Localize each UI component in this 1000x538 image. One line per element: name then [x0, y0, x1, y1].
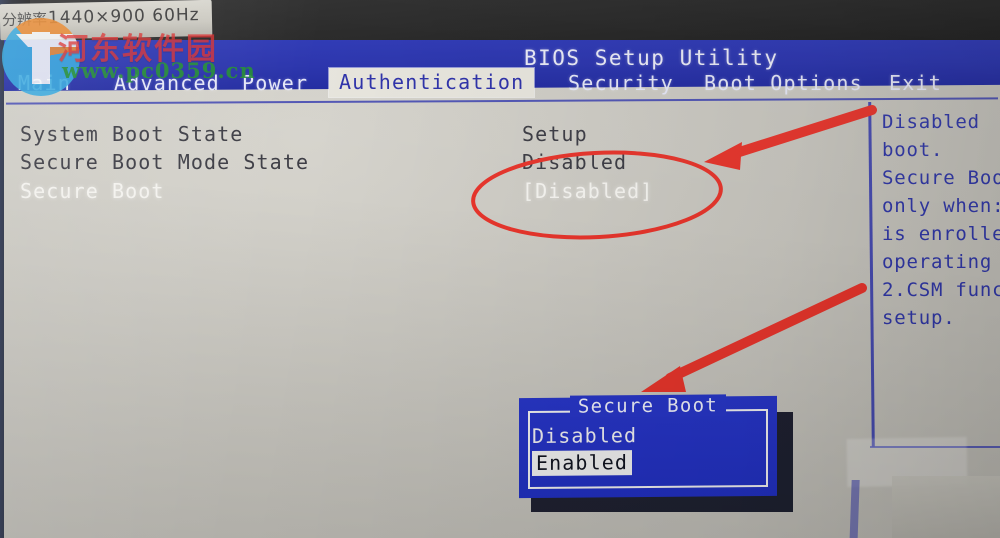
dropdown-option-enabled[interactable]: Enabled — [532, 450, 632, 477]
dropdown-title-text: Secure Boot — [569, 394, 727, 418]
dropdown-option-disabled[interactable]: Disabled — [532, 423, 637, 448]
setting-value-secure-boot-mode-state: Disabled — [522, 150, 628, 174]
watermark-url: www.pc0359.cn — [62, 58, 256, 83]
setting-label-secure-boot[interactable]: Secure Boot — [20, 179, 165, 203]
photo-of-monitor: BIOS Setup Utility Main Advanced Power A… — [0, 0, 1000, 538]
help-line-1: Disabled — [882, 111, 980, 133]
setting-label-secure-boot-mode-state: Secure Boot Mode State — [20, 150, 310, 174]
tab-security[interactable]: Security — [568, 71, 674, 95]
setting-value-secure-boot[interactable]: [Disabled] — [522, 179, 653, 203]
help-line-4: only when: — [882, 195, 1000, 217]
tab-authentication[interactable]: Authentication — [329, 68, 535, 97]
help-line-8: setup. — [882, 307, 956, 329]
dropdown-frame — [528, 408, 768, 490]
tab-exit[interactable]: Exit — [889, 71, 942, 95]
photo-edge-artifact — [892, 476, 1000, 538]
help-line-5: is enrolle — [882, 223, 1000, 245]
help-pane: Disabled boot. Secure Boo only when: is … — [882, 108, 1000, 332]
setting-label-system-boot-state: System Boot State — [20, 122, 244, 146]
help-line-6: operating — [882, 251, 993, 273]
secure-boot-dropdown[interactable]: Secure Boot Disabled Enabled — [519, 394, 777, 499]
help-line-2: boot. — [882, 139, 944, 161]
setting-value-system-boot-state: Setup — [522, 122, 588, 146]
dropdown-title: Secure Boot — [519, 394, 777, 418]
page-title: BIOS Setup Utility — [524, 46, 779, 70]
help-line-3: Secure Boo — [882, 167, 1000, 189]
bios-screen: BIOS Setup Utility Main Advanced Power A… — [4, 40, 1000, 538]
tab-boot-options[interactable]: Boot Options — [704, 71, 863, 95]
help-line-7: 2.CSM funct — [882, 279, 1000, 301]
